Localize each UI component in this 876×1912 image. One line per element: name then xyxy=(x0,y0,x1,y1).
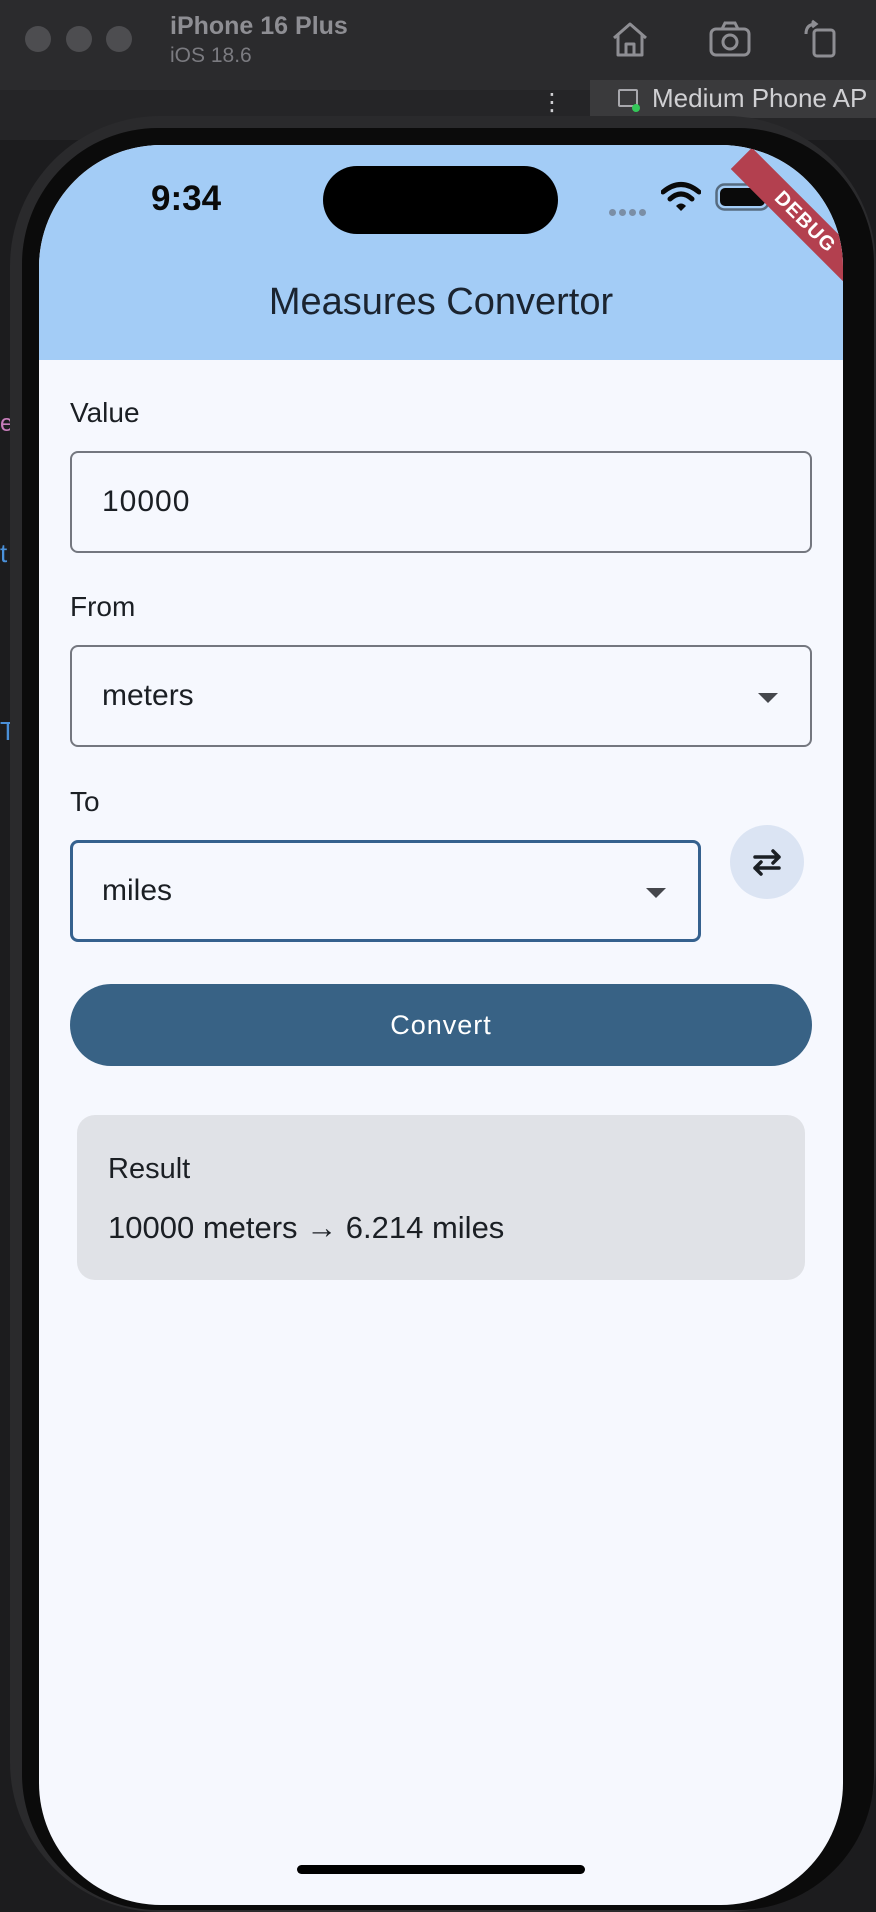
ide-device-tab[interactable]: Medium Phone AP xyxy=(590,80,876,118)
page-title: Measures Convertor xyxy=(268,281,614,323)
from-unit-dropdown[interactable]: meters xyxy=(70,645,812,747)
result-title: Result xyxy=(108,1153,191,1185)
phone-screen: 9:34 Measures Convertor DEBUG Value 1000… xyxy=(39,145,843,1905)
dynamic-island xyxy=(323,166,558,234)
signal-icon xyxy=(609,203,649,221)
ide-device-tab-label: Medium Phone AP xyxy=(652,83,868,113)
device-name: iPhone 16 Plus xyxy=(170,12,348,40)
to-unit-selected: miles xyxy=(102,874,173,907)
chevron-down-icon xyxy=(646,888,666,898)
rotate-icon[interactable] xyxy=(800,18,846,60)
swap-horiz-icon xyxy=(753,849,781,876)
home-indicator[interactable] xyxy=(297,1865,585,1874)
chevron-down-icon xyxy=(758,693,778,703)
swap-units-button[interactable] xyxy=(730,825,804,899)
home-icon[interactable] xyxy=(607,18,653,60)
result-text: 10000 meters → 6.214 miles xyxy=(108,1210,505,1245)
minimize-window-button[interactable] xyxy=(66,26,92,52)
ide-menu-dots[interactable]: ⋮ xyxy=(540,88,564,117)
zoom-window-button[interactable] xyxy=(106,26,132,52)
from-unit-selected: meters xyxy=(102,679,194,712)
status-time: 9:34 xyxy=(151,179,222,218)
status-dot xyxy=(632,104,640,112)
close-window-button[interactable] xyxy=(25,26,51,52)
screenshot-icon[interactable] xyxy=(707,18,753,60)
wifi-icon xyxy=(661,182,701,211)
value-input[interactable]: 10000 xyxy=(70,451,812,553)
to-label: To xyxy=(70,786,100,817)
os-version: iOS 18.6 xyxy=(170,44,252,67)
simulator-toolbar: iPhone 16 Plus iOS 18.6 xyxy=(0,0,876,91)
from-label: From xyxy=(70,591,136,622)
app-bar: 9:34 Measures Convertor xyxy=(39,145,843,360)
result-card: Result 10000 meters → 6.214 miles xyxy=(77,1115,805,1280)
value-input-text: 10000 xyxy=(102,485,191,518)
ide-code-fragment: t xyxy=(0,538,8,568)
value-label: Value xyxy=(70,397,140,428)
convert-button[interactable]: Convert xyxy=(70,984,812,1066)
to-unit-dropdown[interactable]: miles xyxy=(70,840,701,942)
